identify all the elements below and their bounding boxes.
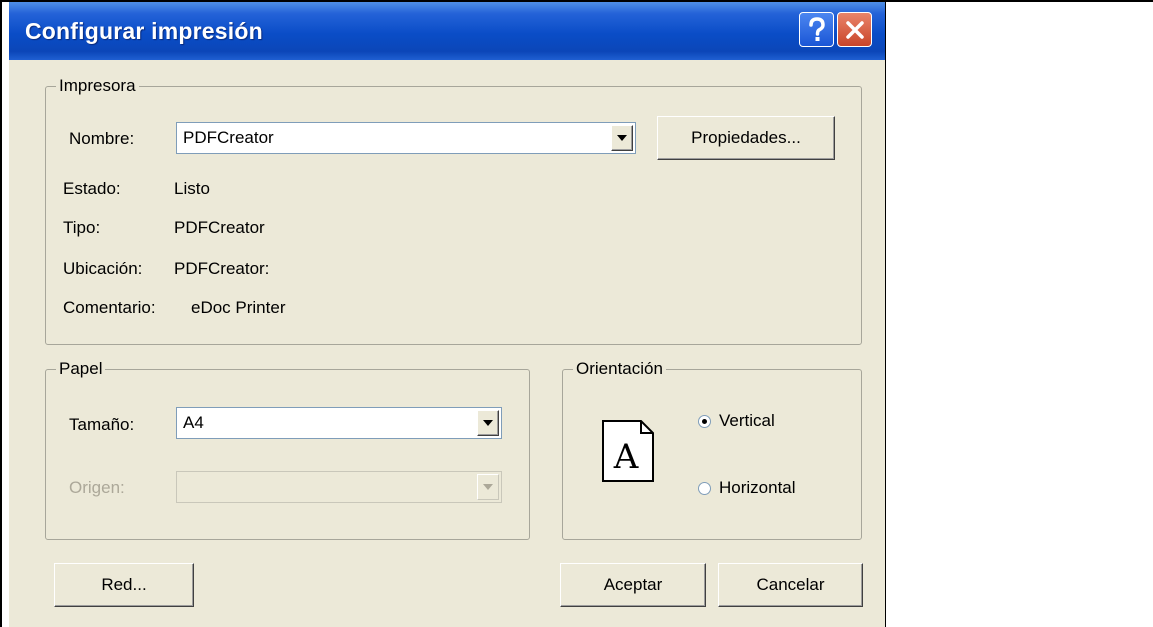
printer-group-legend: Impresora [56, 75, 139, 97]
properties-button-label: Propiedades... [691, 128, 801, 147]
printer-name-label: Nombre: [69, 129, 135, 148]
printer-name-value: PDFCreator [183, 128, 274, 147]
help-button[interactable] [799, 12, 834, 47]
ok-button-label: Aceptar [603, 575, 663, 594]
window-title: Configurar impresión [25, 18, 263, 44]
network-button[interactable]: Red... [54, 563, 194, 607]
landscape-label[interactable]: Horizontal [719, 477, 796, 499]
paper-group-legend: Papel [56, 358, 106, 380]
comment-label: Comentario: [63, 298, 156, 317]
chevron-down-icon[interactable] [477, 410, 499, 436]
paper-size-select[interactable]: A4 [176, 407, 502, 439]
title-bar[interactable]: Configurar impresión [9, 2, 885, 60]
portrait-page-icon: A [602, 420, 654, 482]
help-icon [808, 16, 825, 41]
location-value: PDFCreator: [174, 259, 270, 278]
chevron-down-icon[interactable] [611, 125, 633, 151]
paper-group: Papel [45, 358, 530, 540]
comment-value: eDoc Printer [191, 298, 286, 317]
portrait-label[interactable]: Vertical [719, 410, 775, 432]
print-setup-dialog: Configurar impresión Impresora Nombre: P… [9, 2, 885, 627]
type-value: PDFCreator [174, 218, 265, 237]
close-icon [845, 20, 864, 39]
portrait-page-letter: A [613, 437, 639, 477]
portrait-radio[interactable] [698, 415, 711, 428]
status-value: Listo [174, 179, 210, 198]
close-button[interactable] [837, 12, 872, 47]
paper-size-value: A4 [183, 413, 204, 432]
frame-border-right [885, 0, 886, 627]
paper-size-label: Tamaño: [69, 415, 135, 434]
frame-border-left [0, 0, 2, 627]
landscape-radio[interactable] [698, 482, 711, 495]
cancel-button-label: Cancelar [756, 575, 825, 594]
orientation-group-legend: Orientación [573, 358, 666, 380]
cancel-button[interactable]: Cancelar [718, 563, 863, 607]
paper-source-select [176, 471, 502, 503]
paper-source-label: Origen: [69, 478, 125, 497]
printer-name-select[interactable]: PDFCreator [176, 122, 636, 154]
location-label: Ubicación: [63, 259, 143, 278]
chevron-down-icon [477, 474, 499, 500]
network-button-label: Red... [101, 575, 147, 594]
type-label: Tipo: [63, 218, 101, 237]
properties-button[interactable]: Propiedades... [657, 116, 835, 160]
ok-button[interactable]: Aceptar [560, 563, 706, 607]
status-label: Estado: [63, 179, 121, 198]
